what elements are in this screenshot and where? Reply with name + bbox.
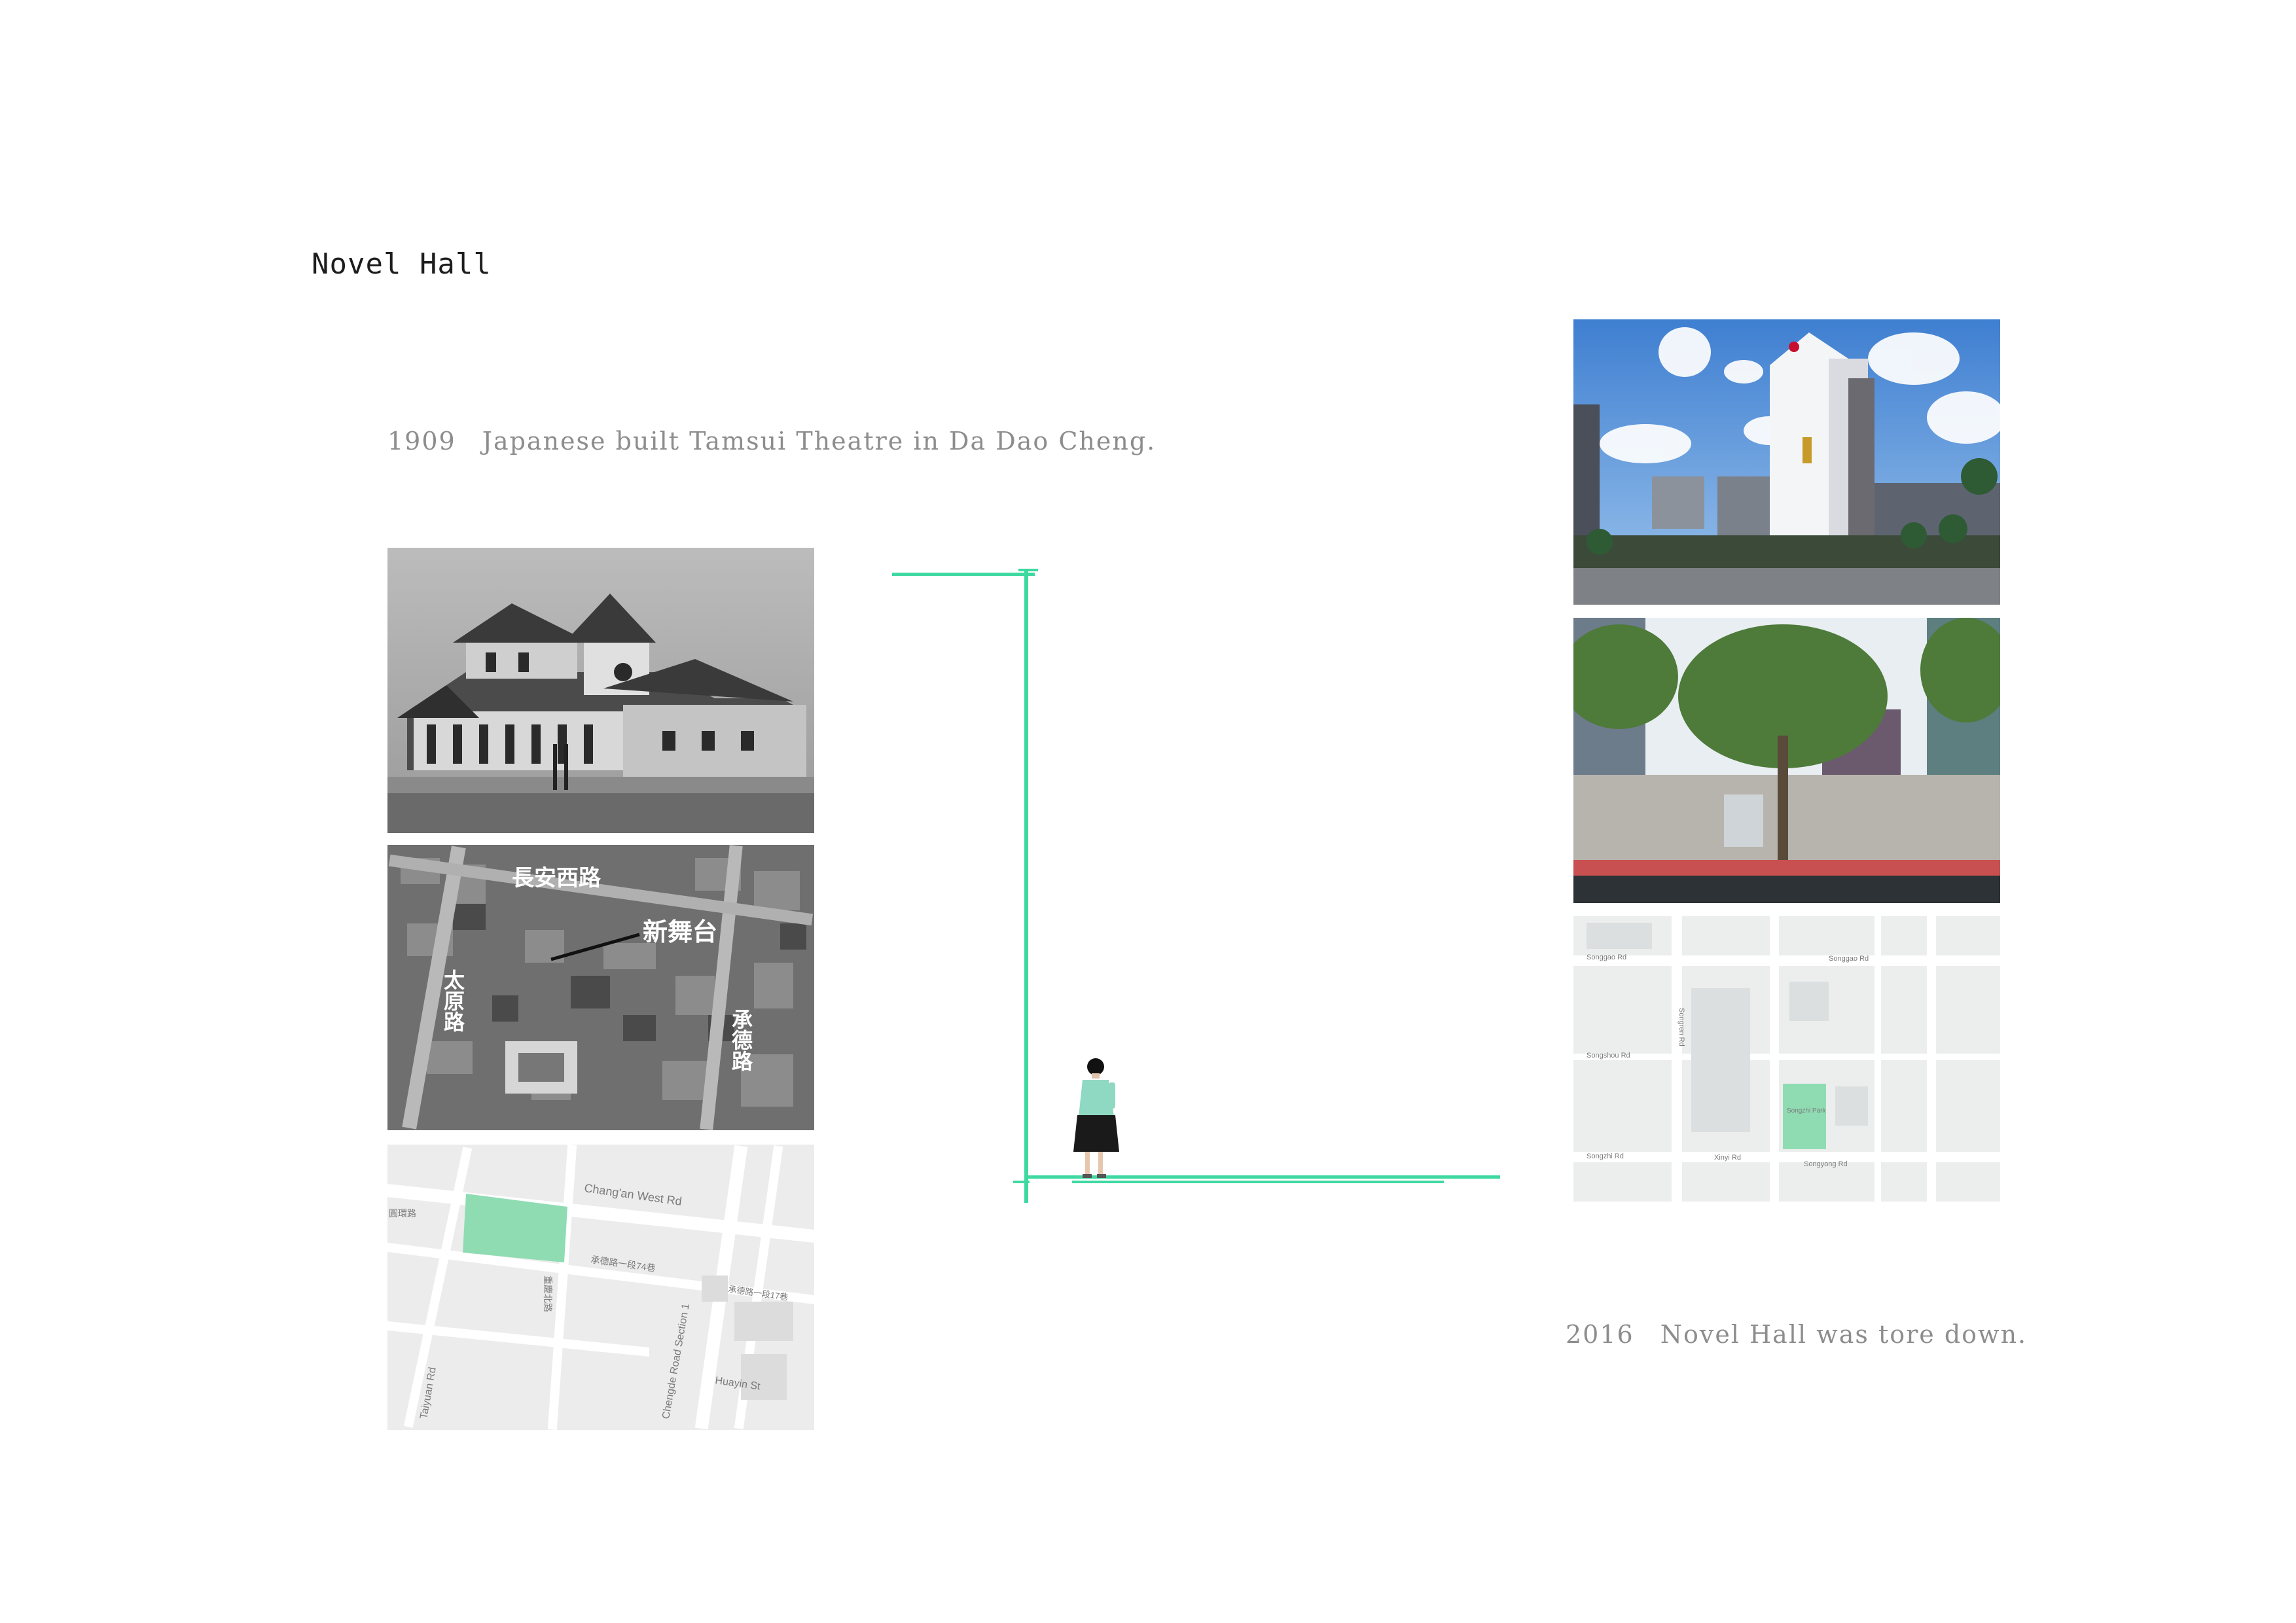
new-map-label-park: Songzhi Park [1787,1107,1826,1115]
timeline-start-text: Japanese built Tamsui Theatre in Da Dao … [482,427,1157,455]
aerial-label-landmark: 新舞台 [643,918,717,946]
aerial-label-road-left: 太原路 [440,969,465,1032]
map-label-side-b: 重慶北路 [543,1275,553,1312]
new-map-label-songgao-e: Songgao Rd [1829,955,1869,963]
timeline-start-caption: 1909 Japanese built Tamsui Theatre in Da … [387,427,1156,455]
new-map-label-songyong: Songyong Rd [1804,1160,1848,1168]
timeline-start-year: 1909 [387,427,456,455]
aerial-label-road-right: 承德路 [728,1008,753,1071]
new-map-label-songzhi: Songzhi Rd [1587,1152,1624,1160]
timeline-vertical [1024,569,1028,1203]
page-title: Novel Hall [312,247,492,281]
timeline-bottom-tick [1013,1181,1030,1183]
timeline-ground-line [1072,1181,1444,1183]
new-map-label-songshou: Songshou Rd [1587,1052,1630,1060]
aerial-photo: 長安西路 新舞台 太原路 承德路 [387,845,814,1130]
woman-figure [1071,1056,1123,1181]
timeline-top-tick [1018,569,1038,571]
new-map-label-songgao-w: Songgao Rd [1587,954,1626,961]
aerial-label-road-top: 長安西路 [512,865,601,891]
timeline-end-caption: 2016 Novel Hall was tore down. [1566,1320,2027,1349]
tamsui-theatre-location-map: Chang'an West Rd 圓環路 重慶北路 承德路一段74巷 Cheng… [387,1145,814,1430]
timeline-end-year: 2016 [1566,1320,1634,1349]
modern-building-photo [1573,319,2000,605]
map-label-side-a: 圓環路 [389,1208,416,1219]
new-map-label-songren: Songren Rd [1677,1008,1685,1046]
tamsui-theatre-photo [387,548,814,833]
timeline-top-connector [892,573,1035,576]
timeline-end-text: Novel Hall was tore down. [1660,1320,2028,1349]
demolished-site-photo [1573,618,2000,903]
new-map-label-xinyi: Xinyi Rd [1714,1154,1741,1162]
novel-hall-location-map: Songgao Rd Songgao Rd Songshou Rd Songzh… [1573,916,2000,1202]
